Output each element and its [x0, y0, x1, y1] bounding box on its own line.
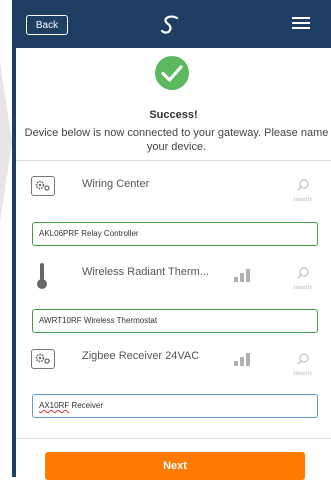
device-name: Wiring Center [82, 178, 150, 190]
identify-button[interactable]: Identify [285, 352, 321, 377]
success-title: Success! [149, 109, 198, 121]
device-name: Wireless Radiant Therm... [82, 266, 209, 278]
gear-box-icon [31, 176, 57, 198]
identify-label: Identify [293, 285, 313, 291]
identify-label: Identify [293, 197, 313, 203]
gear-box-icon [31, 349, 57, 371]
success-message: Device below is now connected to your ga… [24, 127, 329, 153]
field-text-misspelled: AX10RF [39, 401, 70, 410]
device-name: Zigbee Receiver 24VAC [82, 350, 200, 362]
search-icon [297, 179, 309, 191]
identify-button[interactable]: Identify [285, 178, 321, 203]
identify-button[interactable]: Identify [285, 266, 321, 291]
signal-strength-icon [234, 353, 250, 366]
search-icon [297, 353, 309, 365]
signal-strength-icon [234, 269, 250, 282]
s-logo-icon [160, 15, 179, 34]
checkmark-circle-icon [155, 56, 189, 90]
device-name-input[interactable]: AWRT10RF Wireless Thermostat [32, 309, 318, 333]
search-icon [297, 267, 309, 279]
device-name-input[interactable]: AX10RF Receiver [32, 394, 318, 418]
background-wedge [0, 62, 12, 222]
header-bar: Back [16, 0, 331, 48]
divider [16, 160, 331, 161]
back-button[interactable]: Back [26, 15, 68, 35]
field-text: Receiver [69, 401, 104, 410]
hamburger-menu-icon[interactable] [292, 14, 312, 32]
divider [16, 438, 331, 439]
next-button[interactable]: Next [45, 452, 305, 480]
frame-edge [12, 0, 16, 477]
identify-label: Identify [293, 371, 313, 377]
device-name-input[interactable]: AKL06PRF Relay Controller [32, 222, 318, 246]
thermometer-icon [37, 263, 47, 289]
